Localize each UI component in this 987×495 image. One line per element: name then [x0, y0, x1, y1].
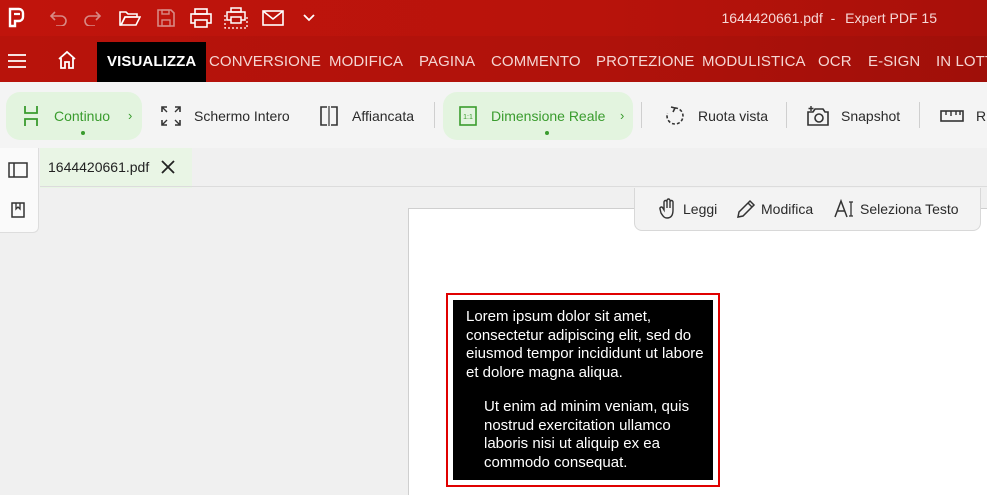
read-mode-label: Leggi [683, 201, 718, 217]
document-tab-label: 1644420661.pdf [48, 159, 150, 175]
window-title: 1644420661.pdf - Expert PDF 15 [722, 10, 938, 26]
left-panel [0, 148, 39, 233]
toolbar-divider-2 [641, 102, 642, 128]
ruler-label: Ri [976, 108, 987, 124]
document-tab[interactable]: 1644420661.pdf [40, 148, 192, 188]
rotate-icon [664, 105, 686, 127]
toolbar-divider-4 [919, 102, 920, 128]
side-by-side-icon [318, 105, 340, 127]
tab-pagina[interactable]: PAGINA [419, 42, 475, 82]
svg-text:1:1: 1:1 [463, 114, 473, 121]
tab-commento[interactable]: COMMENTO [491, 42, 581, 82]
app-logo-icon[interactable] [4, 6, 28, 30]
actual-size-button[interactable]: 1:1 Dimensione Reale [457, 104, 605, 128]
select-text-mode-label: Seleziona Testo [860, 201, 959, 217]
actual-size-active-dot [545, 131, 549, 135]
select-text-mode-button[interactable]: Seleziona Testo [834, 198, 959, 220]
bookmark-icon[interactable] [8, 200, 28, 220]
edit-mode-button[interactable]: Modifica [735, 198, 813, 220]
save-icon[interactable] [154, 6, 178, 30]
tab-ocr[interactable]: OCR [818, 42, 852, 82]
home-icon[interactable] [57, 50, 77, 75]
text-cursor-icon [834, 198, 856, 220]
ruler-button[interactable]: Ri [940, 104, 987, 128]
open-folder-icon[interactable] [118, 6, 142, 30]
continuous-active-dot [81, 131, 85, 135]
fullscreen-label: Schermo Intero [194, 108, 290, 124]
tab-in-lotto[interactable]: IN LOTT [936, 42, 987, 82]
fullscreen-button[interactable]: Schermo Intero [160, 104, 290, 128]
camera-icon [807, 105, 829, 127]
quick-access-chevron-down-icon[interactable] [297, 6, 321, 30]
close-tab-icon[interactable] [158, 157, 178, 177]
tab-underline [40, 186, 987, 187]
side-by-side-label: Affiancata [352, 108, 415, 124]
continuous-button[interactable]: Continuo [20, 104, 110, 128]
snapshot-label: Snapshot [841, 108, 901, 124]
hamburger-menu-icon[interactable] [7, 53, 27, 74]
fullscreen-icon [160, 105, 182, 127]
edit-mode-label: Modifica [761, 201, 814, 217]
tab-protezione[interactable]: PROTEZIONE [596, 42, 695, 82]
tab-visualizza[interactable]: VISUALIZZA [97, 42, 207, 82]
snapshot-button[interactable]: Snapshot [807, 104, 900, 128]
pdf-paragraph-2: Ut enim ad minim veniam, quis nostrud ex… [484, 398, 690, 472]
undo-icon[interactable] [46, 6, 70, 30]
batch-print-icon[interactable] [224, 6, 248, 30]
window-title-separator: - [830, 10, 836, 26]
tab-conversione[interactable]: CONVERSIONE [209, 42, 321, 82]
redo-icon[interactable] [81, 6, 105, 30]
interaction-mode-bar: Leggi Modifica Seleziona Testo [634, 188, 981, 231]
actual-size-chevron-right-icon[interactable]: › [620, 108, 624, 123]
hand-icon [657, 198, 679, 220]
ruler-icon [940, 105, 964, 127]
pdf-paragraph-1: Lorem ipsum dolor sit amet, consectetur … [466, 308, 704, 382]
selected-text-box[interactable]: Lorem ipsum dolor sit amet, consectetur … [446, 293, 720, 487]
rotate-view-button[interactable]: Ruota vista [664, 104, 768, 128]
ribbon-tabs: VISUALIZZA CONVERSIONE MODIFICA PAGINA C… [0, 36, 987, 82]
view-toolbar: Continuo › Schermo Intero Affiancata 1:1… [0, 82, 987, 149]
rotate-view-label: Ruota vista [698, 108, 769, 124]
actual-size-icon: 1:1 [457, 105, 479, 127]
pdf-text-block: Lorem ipsum dolor sit amet, consectetur … [453, 300, 713, 480]
continuous-scroll-icon [20, 105, 42, 127]
continuous-chevron-right-icon[interactable]: › [128, 108, 132, 123]
tab-modulistica[interactable]: MODULISTICA [702, 42, 806, 82]
toolbar-divider-3 [786, 102, 787, 128]
print-icon[interactable] [189, 6, 213, 30]
actual-size-label: Dimensione Reale [491, 108, 606, 124]
read-mode-button[interactable]: Leggi [657, 198, 717, 220]
title-bar: 1644420661.pdf - Expert PDF 15 [0, 0, 987, 36]
email-icon[interactable] [261, 6, 285, 30]
side-by-side-button[interactable]: Affiancata [318, 104, 414, 128]
window-file-name: 1644420661.pdf [721, 10, 823, 26]
panel-toggle-icon[interactable] [8, 160, 28, 180]
continuous-label: Continuo [54, 108, 111, 124]
toolbar-divider [434, 102, 435, 128]
pencil-icon [735, 198, 757, 220]
document-area: 1644420661.pdf Leggi Modifica Seleziona … [0, 148, 987, 495]
tab-modifica[interactable]: MODIFICA [329, 42, 403, 82]
window-app-name: Expert PDF 15 [845, 10, 937, 26]
tab-e-sign[interactable]: E-SIGN [868, 42, 920, 82]
